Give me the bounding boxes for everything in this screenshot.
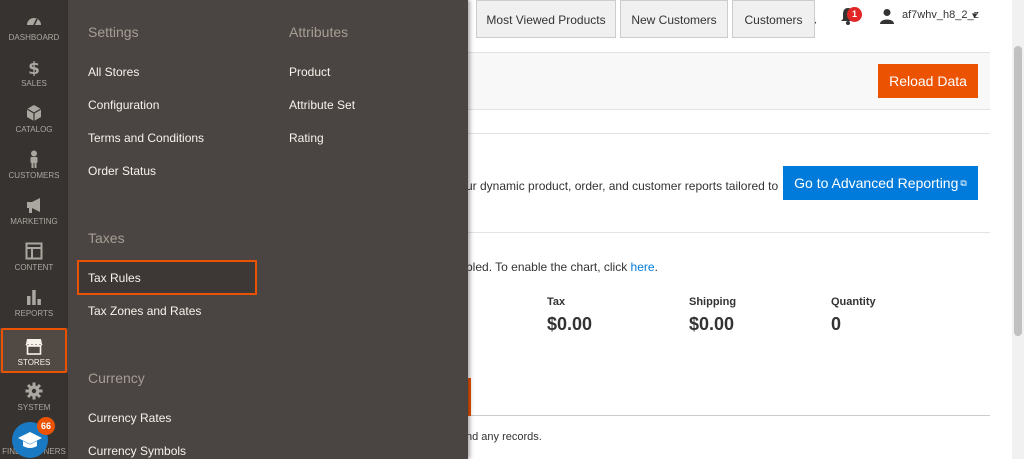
settings-heading: Settings [88,24,139,40]
divider [466,133,990,134]
attributes-heading: Attributes [289,24,349,40]
stat-shipping: Shipping $0.00 [689,296,736,335]
advanced-reporting-label: Go to Advanced Reporting [794,175,959,191]
sidebar-item-dashboard[interactable]: DASHBOARD [0,12,68,58]
chart-message-text: bled. To enable the chart, click [466,260,631,274]
menu-item-order-status[interactable]: Order Status [88,164,156,178]
sidebar-item-label: CATALOG [15,125,53,134]
currency-heading: Currency [88,370,145,386]
menu-item-tax-rules[interactable]: Tax Rules [88,271,141,285]
stat-quantity: Quantity 0 [831,296,876,335]
gear-icon [25,382,43,400]
sidebar-item-label: CONTENT [14,263,54,272]
sidebar-item-customers[interactable]: CUSTOMERS [0,150,68,196]
no-records-message: nd any records. [466,431,542,443]
sidebar-item-label: SALES [21,79,47,88]
user-icon[interactable] [880,8,894,24]
sidebar-item-content[interactable]: CONTENT [0,242,68,288]
dollar-icon: $ [28,59,40,76]
chevron-down-icon[interactable]: ▾ [972,10,977,21]
taxes-heading: Taxes [88,230,125,246]
scrollbar[interactable] [1012,0,1024,459]
menu-item-all-stores[interactable]: All Stores [88,65,139,79]
reload-data-button[interactable]: Reload Data [878,64,978,98]
box-icon [26,105,42,121]
chart-message-end: . [654,260,658,274]
chart-disabled-message: bled. To enable the chart, click here. [466,260,658,274]
divider [466,232,990,233]
advanced-reporting-text: ur dynamic product, order, and customer … [466,179,779,193]
external-link-icon: ⧉ [960,178,967,188]
stat-label: Quantity [831,296,876,308]
scrollbar-thumb[interactable] [1014,46,1022,336]
sidebar-item-catalog[interactable]: CATALOG [0,104,68,150]
user-name[interactable]: af7whv_h8_2_z [902,9,979,21]
stat-value: $0.00 [547,314,593,334]
megaphone-icon [27,198,40,213]
partners-badge[interactable]: 66 [37,417,55,435]
stores-active-highlight [1,328,67,373]
menu-item-currency-rates[interactable]: Currency Rates [88,411,171,425]
stat-value: 0 [831,314,842,334]
menu-item-rating[interactable]: Rating [289,131,324,145]
menu-item-configuration[interactable]: Configuration [88,98,159,112]
advanced-reporting-button[interactable]: Go to Advanced Reporting ⧉ [783,166,978,200]
layout-icon [25,242,43,260]
stat-label: Tax [547,296,566,308]
dashboard-icon [27,18,41,26]
sidebar-item-marketing[interactable]: MARKETING [0,196,68,242]
stat-value: $0.00 [689,314,735,334]
stat-label: Shipping [689,296,737,308]
svg-text:$: $ [28,59,40,76]
stores-flyout-menu: Settings All Stores Configuration Terms … [68,0,468,459]
sidebar-item-label: MARKETING [10,217,58,226]
menu-item-currency-symbols[interactable]: Currency Symbols [88,444,186,458]
sidebar-item-label: REPORTS [14,309,54,318]
admin-sidebar: DASHBOARD $ SALES CATALOG CUSTOMERS MARK… [0,0,68,459]
tab-customers[interactable]: Customers [732,0,815,38]
sidebar-item-label: DASHBOARD [8,33,60,42]
menu-item-terms-and-conditions[interactable]: Terms and Conditions [88,131,204,145]
sidebar-item-sales[interactable]: $ SALES [0,58,68,104]
dashboard-tabs [466,378,990,416]
sidebar-item-label: SYSTEM [17,403,51,412]
bar-chart-icon [27,290,41,305]
stat-tax: Tax $0.00 [547,296,592,335]
menu-item-attribute-set[interactable]: Attribute Set [289,98,355,112]
person-icon [30,150,38,168]
enable-chart-link[interactable]: here [631,260,655,274]
menu-item-tax-zones-and-rates[interactable]: Tax Zones and Rates [88,304,201,318]
sidebar-item-label: CUSTOMERS [8,171,60,180]
menu-item-product[interactable]: Product [289,65,330,79]
tab-most-viewed-products[interactable]: Most Viewed Products [476,0,616,38]
tab-new-customers[interactable]: New Customers [620,0,728,38]
notification-badge[interactable]: 1 [847,7,862,22]
